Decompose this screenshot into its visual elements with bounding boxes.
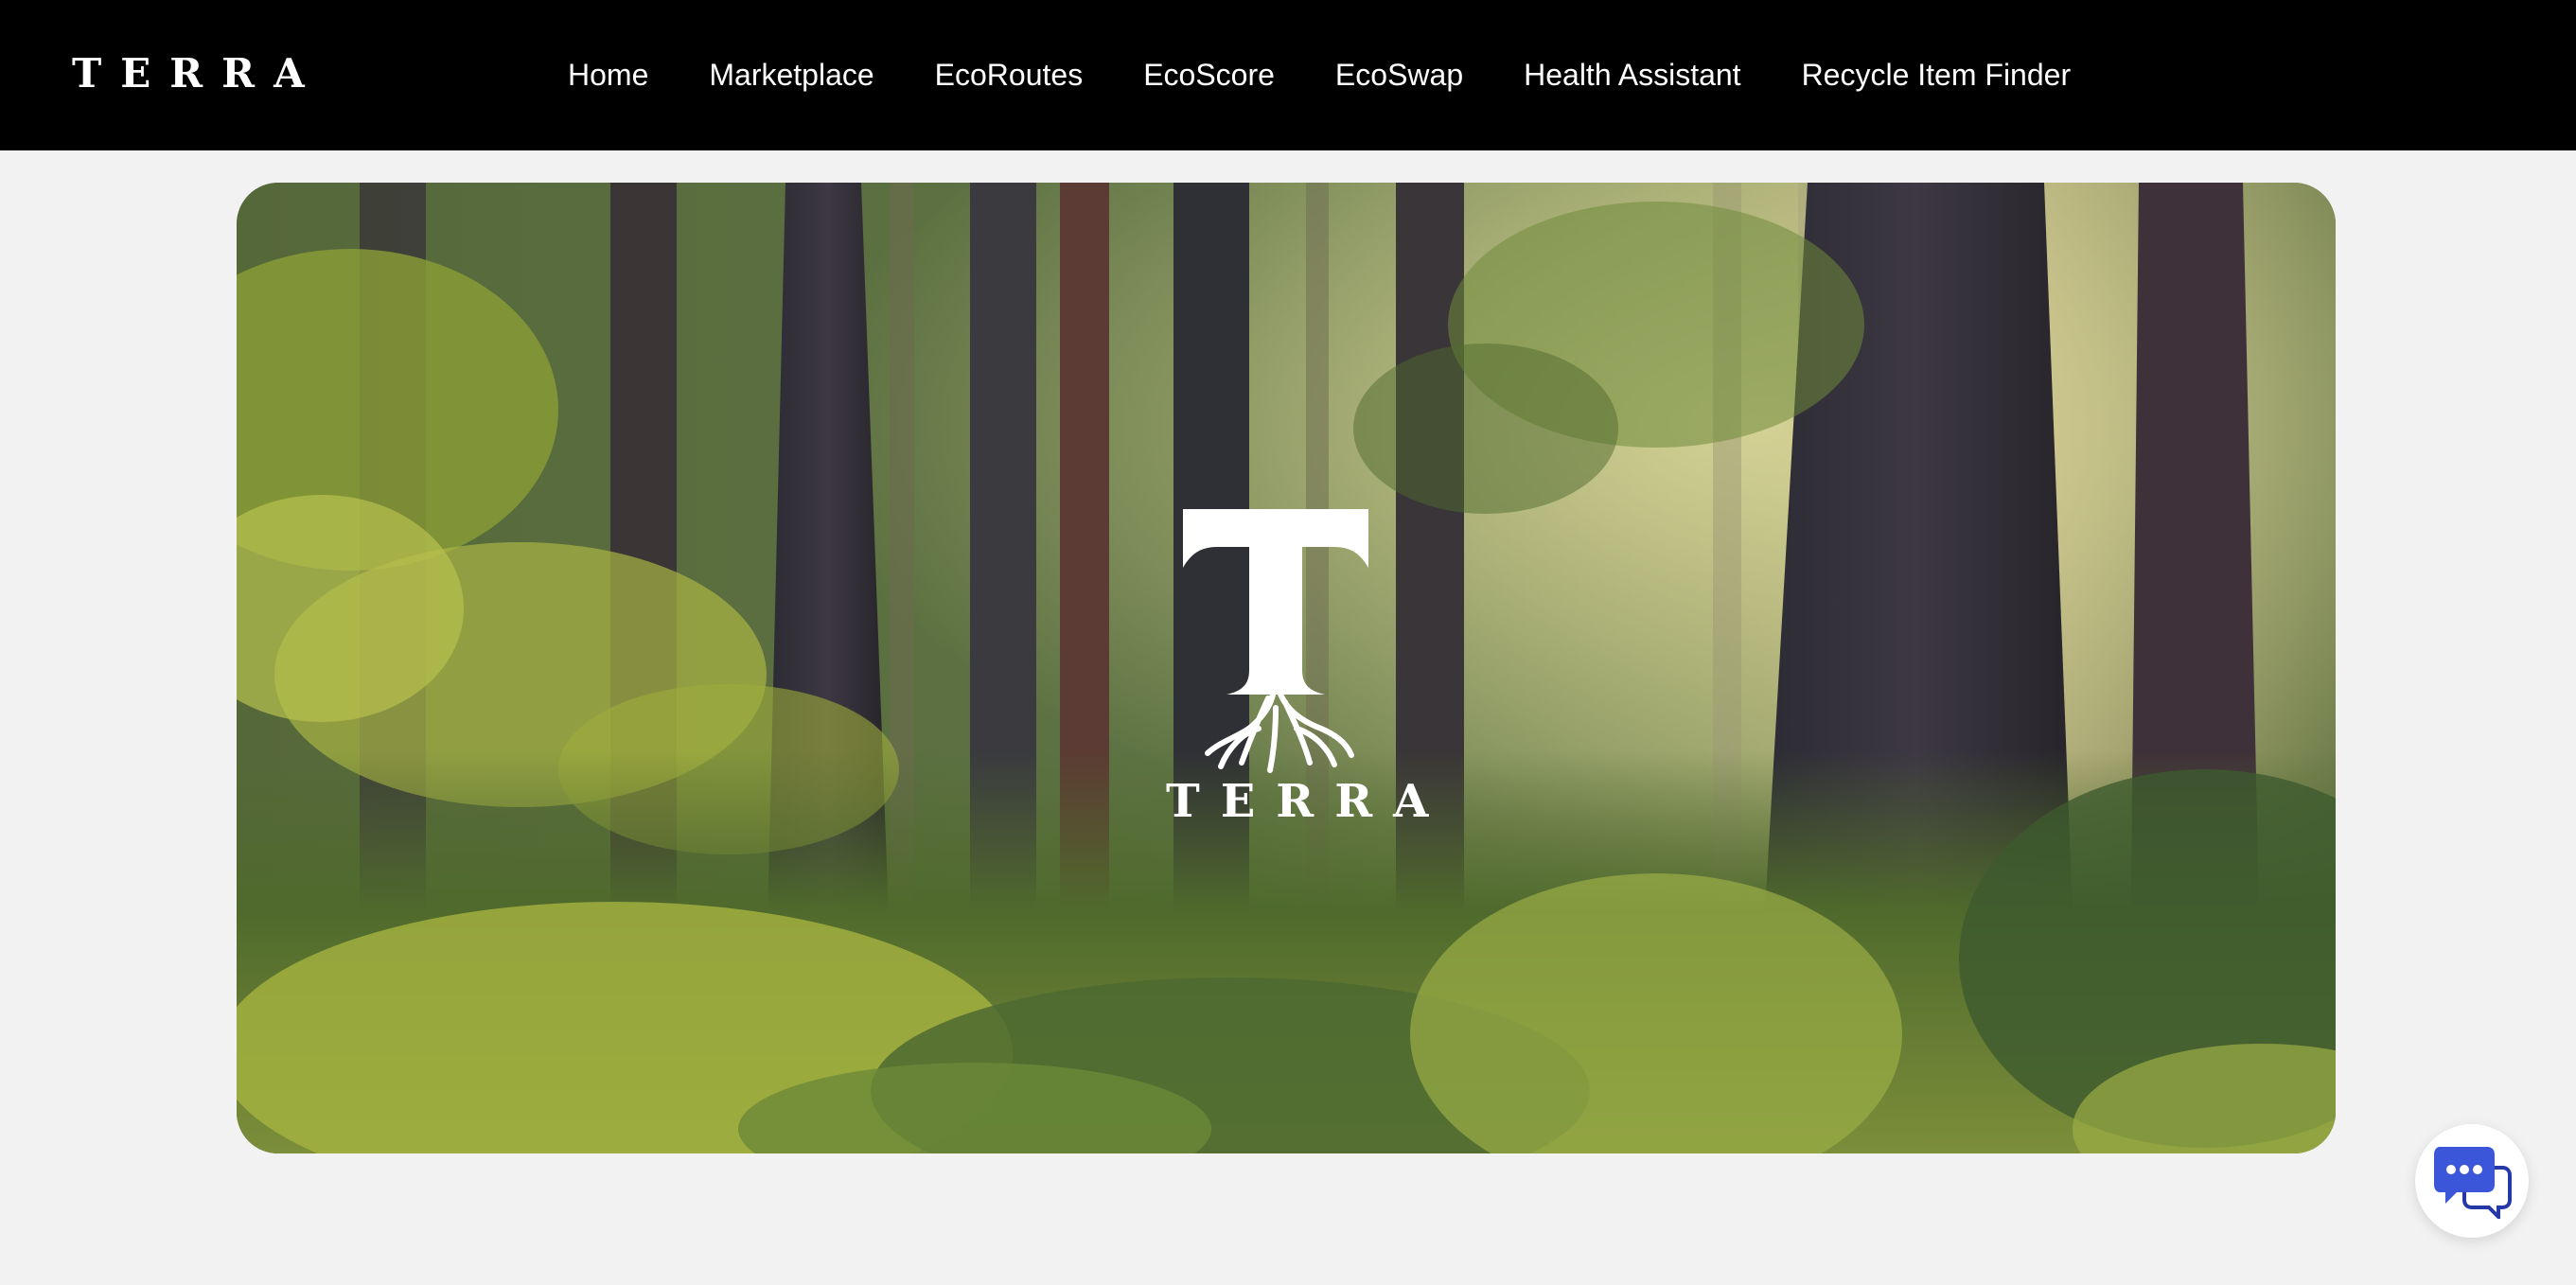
nav-ecoswap[interactable]: EcoSwap — [1335, 51, 1463, 98]
hero-title: TERRA — [1166, 775, 1450, 828]
nav-ecoroutes[interactable]: EcoRoutes — [935, 51, 1084, 98]
nav-ecoscore[interactable]: EcoScore — [1143, 51, 1275, 98]
nav-marketplace[interactable]: Marketplace — [709, 51, 873, 98]
chat-bubbles-icon — [2434, 1147, 2512, 1219]
main-nav: Home Marketplace EcoRoutes EcoScore EcoS… — [568, 51, 2131, 98]
nav-recycle-item-finder[interactable]: Recycle Item Finder — [1802, 51, 2072, 98]
nav-home[interactable]: Home — [568, 51, 648, 98]
hero-banner: TERRA — [237, 183, 2336, 1153]
chat-button[interactable] — [2415, 1124, 2529, 1238]
tree-root-t-icon — [1183, 509, 1368, 773]
brand-logo[interactable]: TERRA — [72, 47, 324, 100]
top-navbar: TERRA Home Marketplace EcoRoutes EcoScor… — [0, 0, 2576, 150]
nav-health-assistant[interactable]: Health Assistant — [1524, 51, 1740, 98]
